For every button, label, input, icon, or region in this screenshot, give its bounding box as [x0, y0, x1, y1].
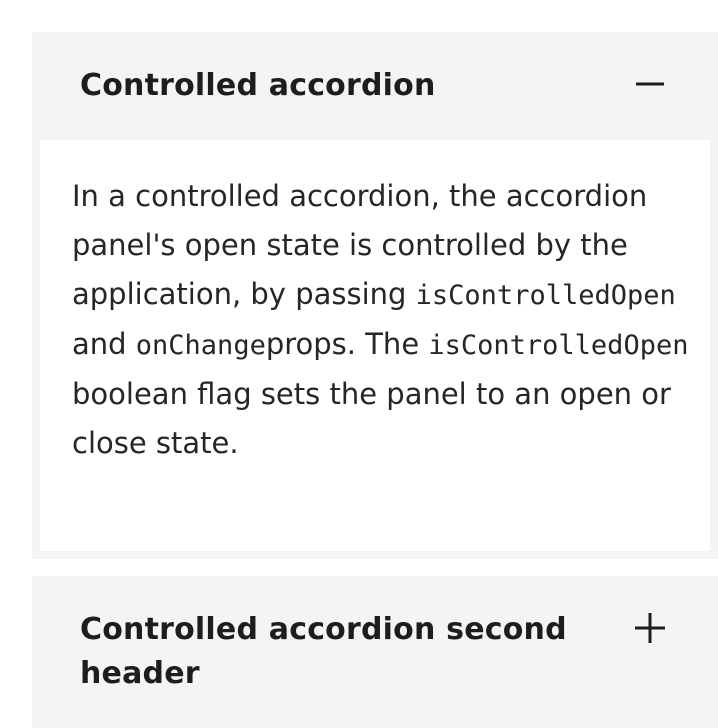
panel-text-part: boolean flag sets the panel to an open o… — [72, 377, 671, 460]
plus-icon[interactable] — [632, 610, 668, 646]
accordion-header-second[interactable]: Controlled accordion second header — [32, 576, 718, 728]
accordion-header-controlled[interactable]: Controlled accordion — [32, 32, 718, 140]
accordion-item-second: Controlled accordion second header — [32, 576, 718, 728]
code-on-change: onChange — [135, 330, 266, 361]
accordion-item-controlled: Controlled accordion In a controlled acc… — [32, 32, 718, 559]
minus-icon[interactable] — [632, 66, 668, 102]
code-is-controlled-open: isControlledOpen — [428, 330, 689, 361]
panel-text-part: and — [72, 327, 136, 361]
panel-text-part: props. The — [265, 327, 429, 361]
panel-text: In a controlled accordion, the accordion… — [72, 172, 692, 468]
accordion-title: Controlled accordion — [80, 68, 436, 103]
accordion-panel: In a controlled accordion, the accordion… — [40, 140, 710, 551]
accordion-title: Controlled accordion second header — [80, 612, 567, 691]
code-is-controlled-open: isControlledOpen — [415, 280, 676, 311]
